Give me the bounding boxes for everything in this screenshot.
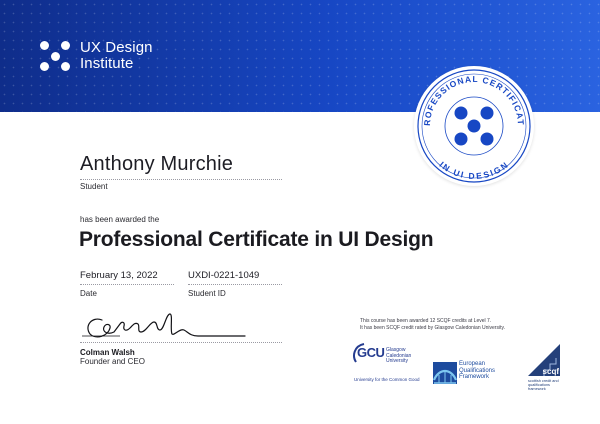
gcu-tagline: University for the Common Good: [354, 377, 420, 382]
recipient-role: Student: [80, 182, 108, 191]
certificate-seal: PROFESSIONAL CERTIFICATE IN UI DESIGN: [414, 66, 534, 186]
scqf-stairs-icon: scqf: [528, 344, 560, 376]
scqf-wordmark: scqf: [543, 367, 560, 376]
certificate-title: Professional Certificate in UI Design: [79, 228, 434, 251]
brand-logo: UX Design Institute: [40, 40, 153, 72]
credit-note-line2: It has been SCQF credit rated by Glasgow…: [360, 324, 505, 331]
gcu-abbreviation: GCU: [357, 345, 385, 360]
brand-name-line1: UX Design: [80, 39, 153, 56]
recipient-name: Anthony Murchie: [80, 153, 234, 175]
eqf-logo: European Qualifications Framework: [433, 361, 533, 387]
award-intro: has been awarded the: [80, 215, 160, 224]
award-date: February 13, 2022: [80, 270, 158, 281]
seal-graphic: PROFESSIONAL CERTIFICATE IN UI DESIGN: [414, 66, 531, 183]
brand-name-line2: Institute: [80, 55, 134, 72]
signature-divider: [80, 342, 282, 343]
signatory-role: Founder and CEO: [80, 357, 145, 366]
scqf-logo: scqf scottish credit and qualifications …: [526, 342, 562, 391]
eqf-line3: Framework: [459, 374, 490, 380]
svg-text:PROFESSIONAL CERTIFICATE: PROFESSIONAL CERTIFICATE: [414, 66, 526, 126]
gcu-name-line2: University: [386, 358, 408, 364]
credit-note: This course has been awarded 12 SCQF cre…: [360, 318, 560, 331]
eqf-name: European Qualifications Framework: [459, 361, 495, 381]
recipient-divider: [80, 179, 282, 180]
student-id: UXDI-0221-1049: [188, 270, 260, 281]
signatory-name: Colman Walsh: [80, 348, 135, 357]
seal-dots-icon: [454, 106, 494, 146]
seal-top-text: PROFESSIONAL CERTIFICATE: [414, 66, 525, 126]
student-id-label: Student ID: [188, 289, 226, 298]
student-id-divider: [188, 284, 282, 285]
scqf-tagline: scottish credit and qualifications frame…: [528, 379, 568, 391]
scqf-tag-line2: qualifications framework: [528, 383, 550, 391]
svg-text:IN UI DESIGN: IN UI DESIGN: [437, 160, 510, 182]
eqf-bridge-icon: [433, 362, 457, 384]
date-divider: [80, 284, 174, 285]
ux-design-institute-logo-icon: [40, 41, 70, 71]
signature-image: [82, 313, 246, 338]
gcu-full-name: Glasgow Caledonian University: [386, 347, 430, 365]
gcu-logo: GCU Glasgow Caledonian University Univer…: [352, 342, 430, 386]
date-label: Date: [80, 289, 97, 298]
brand-name: UX Design Institute: [80, 40, 153, 72]
seal-bottom-text: IN UI DESIGN: [437, 160, 509, 182]
